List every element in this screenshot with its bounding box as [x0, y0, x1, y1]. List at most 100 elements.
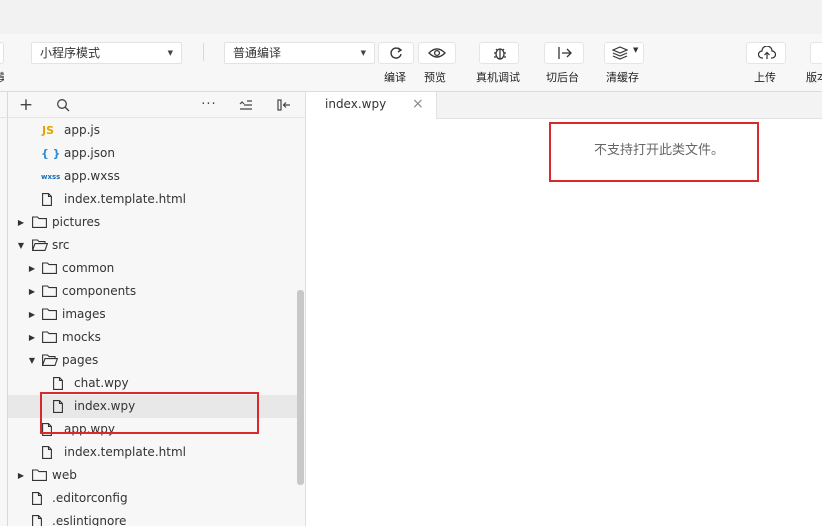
tree-item-file[interactable]: JS app.js — [8, 119, 297, 142]
upload-icon-box[interactable] — [746, 42, 786, 64]
tree-item-file[interactable]: index.template.html — [8, 188, 297, 211]
version-label: 版本 — [806, 71, 822, 84]
tree-item-folder[interactable]: ▼ pages — [8, 349, 297, 372]
tab-title: index.wpy — [325, 97, 387, 111]
upload-label: 上传 — [754, 71, 776, 84]
folder-icon — [32, 469, 47, 481]
chevron-right-icon[interactable]: ▶ — [16, 464, 26, 487]
toolbar-edge-label: 模 — [0, 69, 4, 85]
compile-label: 编译 — [384, 71, 406, 84]
compile-select[interactable]: 普通编译 ▼ — [224, 42, 375, 64]
tree-item-file[interactable]: index.template.html — [8, 441, 297, 464]
tree-item-label: pages — [62, 353, 99, 367]
compile-select-value: 普通编译 — [233, 46, 282, 60]
preview-label: 预览 — [424, 71, 446, 84]
close-icon[interactable]: × — [412, 96, 424, 112]
tree-item-file[interactable]: .eslintignore — [8, 510, 297, 526]
highlight-box-message — [549, 122, 759, 182]
highlight-box-file — [40, 392, 259, 434]
folder-icon — [42, 262, 57, 274]
chevron-down-icon[interactable]: ▼ — [27, 349, 37, 372]
chevron-down-icon: ▼ — [360, 49, 366, 57]
tree-item-label: app.json — [64, 146, 115, 160]
tree-item-folder[interactable]: ▼ src — [8, 234, 297, 257]
search-icon[interactable] — [53, 96, 73, 114]
folder-icon — [32, 216, 47, 228]
tree-item-folder[interactable]: ▶ images — [8, 303, 297, 326]
chevron-right-icon[interactable]: ▶ — [27, 326, 37, 349]
json-file-icon: { } — [41, 147, 61, 160]
remote-debug-label: 真机调试 — [476, 71, 520, 84]
clear-cache-label: 清缓存 — [606, 71, 639, 84]
tree-item-file[interactable]: wxss app.wxss — [8, 165, 297, 188]
tree-item-file[interactable]: { } app.json — [8, 142, 297, 165]
tree-item-folder[interactable]: ▶ web — [8, 464, 297, 487]
folder-icon — [42, 285, 57, 297]
toolbar-divider — [203, 43, 204, 61]
tree-item-label: images — [62, 307, 106, 321]
switch-arrow-icon — [558, 47, 572, 59]
layers-icon — [612, 46, 628, 60]
tree-item-label: app.js — [64, 123, 100, 137]
file-icon — [32, 515, 42, 526]
switch-background-label: 切后台 — [546, 71, 579, 84]
toolbar-edge-button[interactable] — [0, 42, 4, 64]
preview-icon-box[interactable] — [418, 42, 456, 64]
file-icon — [32, 492, 42, 505]
javascript-file-icon: JS — [42, 124, 55, 137]
sidebar-scrollbar[interactable] — [297, 290, 304, 485]
file-icon — [42, 193, 52, 206]
folder-icon — [42, 331, 57, 343]
tree-item-label: components — [62, 284, 137, 298]
file-explorer: + ··· JS app.js { } app.json wxss app.wx… — [0, 92, 306, 526]
bug-icon — [494, 48, 506, 60]
mode-select-value: 小程序模式 — [40, 46, 101, 60]
toggle-sidebar-icon[interactable] — [274, 96, 294, 114]
chevron-down-icon: ▼ — [633, 46, 639, 54]
file-icon — [53, 377, 63, 390]
refresh-icon — [390, 47, 403, 59]
title-strip — [0, 0, 822, 34]
tree-item-folder[interactable]: ▶ components — [8, 280, 297, 303]
tree-item-label: .editorconfig — [52, 491, 128, 505]
tree-item-folder[interactable]: ▶ common — [8, 257, 297, 280]
explorer-toolbar: + ··· — [0, 92, 306, 118]
eye-icon — [428, 48, 446, 58]
tree-item-folder[interactable]: ▶ pictures — [8, 211, 297, 234]
chevron-down-icon: ▼ — [167, 49, 173, 57]
clear-cache-icon-box[interactable]: ▼ — [604, 42, 644, 64]
tree-item-folder[interactable]: ▶ mocks — [8, 326, 297, 349]
tree-item-label: src — [52, 238, 70, 252]
chevron-right-icon[interactable]: ▶ — [27, 257, 37, 280]
chevron-right-icon[interactable]: ▶ — [16, 211, 26, 234]
switch-background-icon-box[interactable] — [544, 42, 584, 64]
editor-tab-active[interactable]: index.wpy × — [307, 92, 437, 119]
tree-item-label: pictures — [52, 215, 101, 229]
tree-item-label: web — [52, 468, 77, 482]
folder-open-icon — [32, 239, 48, 251]
tree-item-label: index.template.html — [64, 445, 186, 459]
collapse-all-icon[interactable] — [236, 96, 256, 114]
editor-tab-bar: index.wpy × — [307, 92, 822, 119]
folder-icon — [42, 308, 57, 320]
chevron-right-icon[interactable]: ▶ — [27, 303, 37, 326]
tree-item-label: .eslintignore — [52, 514, 127, 526]
tree-item-file[interactable]: .editorconfig — [8, 487, 297, 510]
remote-debug-icon-box[interactable] — [479, 42, 519, 64]
add-icon[interactable]: + — [16, 96, 36, 114]
tree-item-label: app.wxss — [64, 169, 120, 183]
chevron-right-icon[interactable]: ▶ — [27, 280, 37, 303]
folder-open-icon — [42, 354, 58, 366]
toolbar: 模 小程序模式 ▼ 普通编译 ▼ 编译 预览 — [0, 34, 822, 92]
tree-item-label: mocks — [62, 330, 101, 344]
chevron-down-icon[interactable]: ▼ — [16, 234, 26, 257]
cloud-upload-icon — [758, 46, 776, 59]
tree-item-label: index.template.html — [64, 192, 186, 206]
wxss-file-icon: wxss — [41, 173, 61, 181]
more-icon[interactable]: ··· — [199, 96, 219, 114]
file-icon — [42, 446, 52, 459]
version-icon-box[interactable] — [810, 42, 822, 64]
compile-icon-box[interactable] — [378, 42, 414, 64]
tree-item-label: common — [62, 261, 115, 275]
mode-select[interactable]: 小程序模式 ▼ — [31, 42, 182, 64]
